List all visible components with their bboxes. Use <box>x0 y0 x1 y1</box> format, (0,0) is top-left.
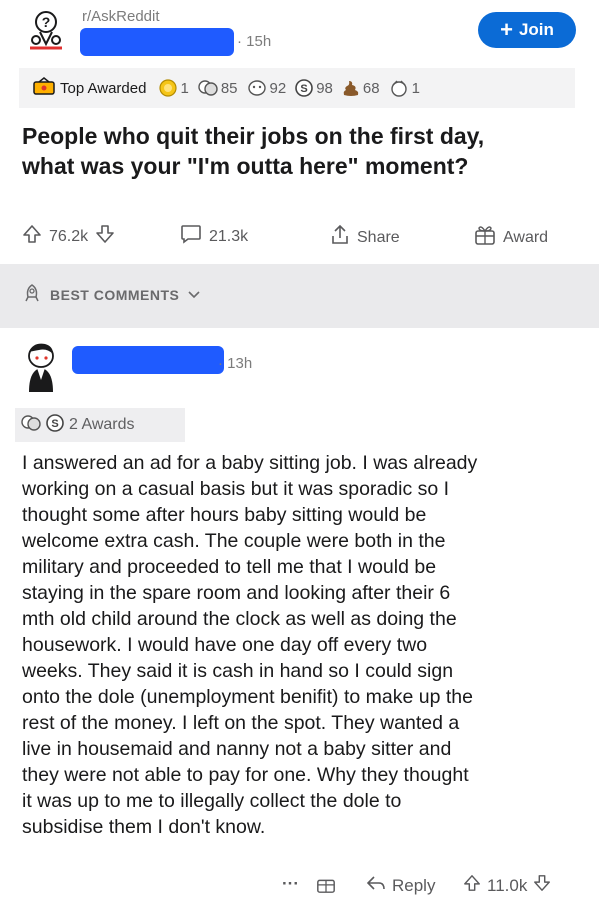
plus-icon: + <box>500 17 513 42</box>
comment-line: thought some after hours baby sitting wo… <box>22 504 427 526</box>
comment-awards[interactable]: S 2 Awards <box>15 408 185 442</box>
comment-line: staying in the spare room and looking af… <box>22 582 451 604</box>
comment-line: housework. I would have one day off ever… <box>22 634 428 656</box>
share-button[interactable]: Share <box>330 224 400 251</box>
comment-line: mth old child around the clock as well a… <box>22 608 457 630</box>
subreddit-avatar[interactable]: ? <box>22 10 70 52</box>
comment-time: · 13h <box>218 355 253 372</box>
share-label: Share <box>357 228 400 246</box>
comment-line: rest of the money. I left on the spot. T… <box>22 712 460 734</box>
vote-group: 76.2k <box>22 224 115 249</box>
svg-text:?: ? <box>42 14 51 30</box>
sort-label: BEST COMMENTS <box>50 286 180 303</box>
comment-vote-count: 11.0k <box>487 875 528 895</box>
downvote-icon[interactable] <box>533 874 551 897</box>
comment-line: onto the dole (unemployment benifit) to … <box>22 686 473 708</box>
poop-award: 68 <box>342 79 380 97</box>
silver-coin-award-icon: S <box>295 79 313 97</box>
gold-award: 1 <box>159 79 189 97</box>
reply-label: Reply <box>392 875 436 895</box>
hugz-award-icon <box>389 79 409 97</box>
awards-count-label: 2 Awards <box>69 416 135 433</box>
top-awarded-icon <box>33 77 55 99</box>
award-button[interactable]: Award <box>474 224 548 251</box>
poop-award-icon <box>342 79 360 97</box>
wholesome-award: 85 <box>198 79 238 97</box>
redacted-username <box>80 28 234 56</box>
comment-line: military and proceeded to tell me that I… <box>22 556 437 578</box>
silver-award: S 98 <box>295 79 333 97</box>
award-bar[interactable]: Top Awarded 1 85 92 S 98 68 1 <box>19 68 575 108</box>
rocket-icon <box>22 283 42 306</box>
helpful-award-icon <box>247 79 267 97</box>
comment-line: subsidise them I don't know. <box>22 816 266 838</box>
comment-line: live in housemaid and nanny not a baby s… <box>22 738 452 760</box>
gift-icon <box>316 874 336 899</box>
comments-button[interactable]: 21.3k <box>180 224 248 249</box>
subreddit-name[interactable]: r/AskReddit <box>82 8 160 25</box>
upvote-icon[interactable] <box>22 224 42 249</box>
helpful-award: 92 <box>247 79 286 97</box>
share-icon <box>330 224 350 251</box>
upvote-icon[interactable] <box>463 874 481 897</box>
commenter-avatar[interactable] <box>15 338 67 394</box>
svg-text:S: S <box>51 418 58 430</box>
gold-award-icon <box>159 79 178 97</box>
comment-line: weeks. They said it is cash in hand so I… <box>22 660 454 682</box>
top-awarded-label: Top Awarded <box>60 79 147 97</box>
post-title[interactable]: People who quit their jobs on the first … <box>22 121 582 181</box>
comment-body: I answered an ad for a baby sitting job.… <box>22 450 582 840</box>
sort-dropdown[interactable]: BEST COMMENTS <box>22 283 201 306</box>
reply-button[interactable]: Reply <box>366 874 435 897</box>
post-time: · 15h <box>237 33 272 50</box>
award-label: Award <box>503 228 549 246</box>
hugz-award: 1 <box>389 79 420 97</box>
chevron-down-icon <box>187 287 201 303</box>
comment-bubble-icon <box>180 224 202 249</box>
wholesome-award-icon <box>21 414 41 437</box>
comment-award-button[interactable] <box>316 874 336 899</box>
more-options-button[interactable]: ··· <box>282 874 299 894</box>
downvote-icon[interactable] <box>95 224 115 249</box>
comment-line: they were not able to pay for one. Why t… <box>22 764 469 786</box>
join-label: Join <box>518 20 554 39</box>
comment-line: welcome extra cash. The couple were both… <box>22 530 446 552</box>
silver-coin-award-icon: S <box>46 413 64 437</box>
post-actions: 76.2k 21.3k Share Award <box>22 218 582 252</box>
comment-line: working on a casual basis but it was spo… <box>22 478 450 500</box>
comments-count: 21.3k <box>209 227 249 245</box>
reply-arrow-icon <box>366 874 386 897</box>
svg-text:S: S <box>301 83 308 95</box>
upvote-count: 76.2k <box>49 227 89 245</box>
join-button[interactable]: + Join <box>478 12 576 48</box>
comment-line: I answered an ad for a baby sitting job.… <box>22 452 478 474</box>
wholesome-award-icon <box>198 79 218 97</box>
gift-icon <box>474 224 496 251</box>
comment-vote-group: 11.0k <box>463 874 551 897</box>
more-dots-icon: ··· <box>282 874 299 893</box>
comment-footer: ··· Reply 11.0k <box>0 860 599 910</box>
comment-line: it was up to me to illegally collect the… <box>22 790 402 812</box>
redacted-commenter-username <box>72 346 224 374</box>
